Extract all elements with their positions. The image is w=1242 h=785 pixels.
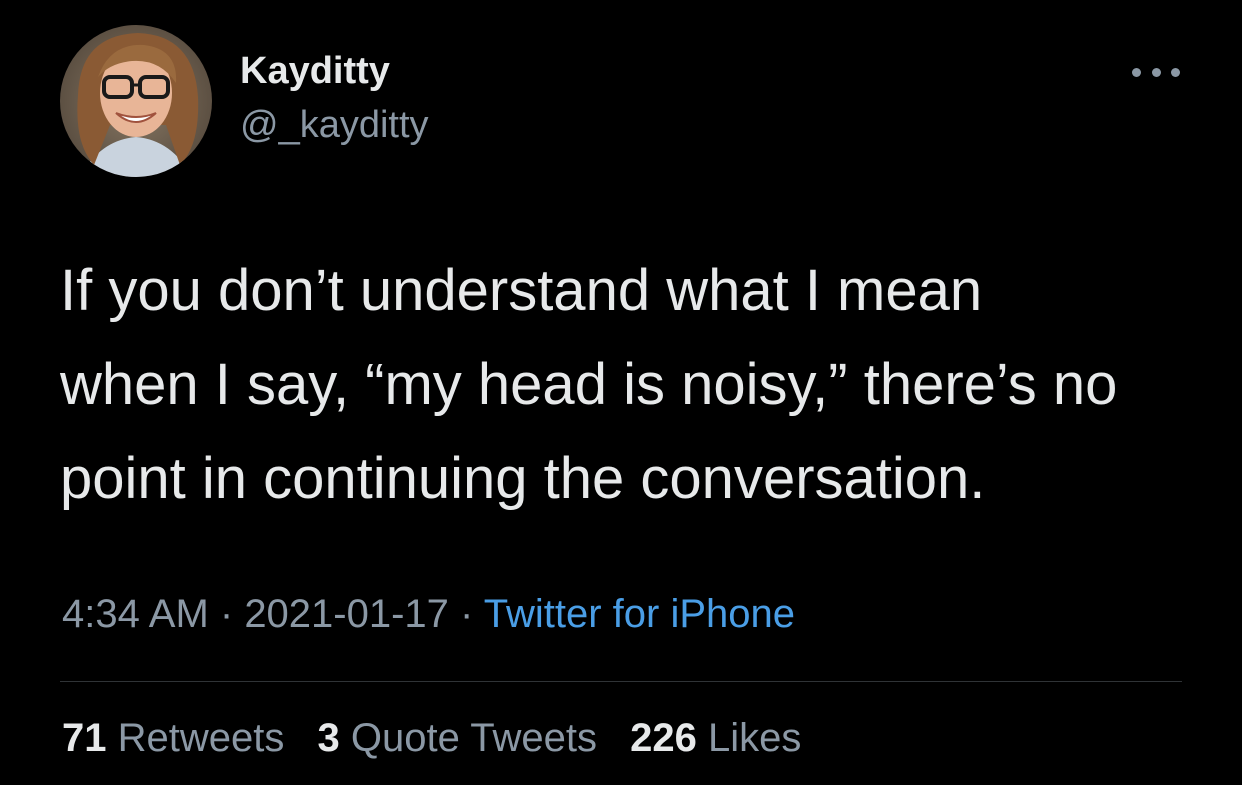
tweet-date[interactable]: 2021-01-17 bbox=[244, 592, 449, 636]
dot-icon bbox=[1171, 67, 1180, 77]
retweets-stat[interactable]: 71 Retweets bbox=[62, 716, 284, 760]
tweet-text-line: when I say, “my head is noisy,” there’s … bbox=[60, 352, 1118, 417]
more-options-icon[interactable] bbox=[1132, 60, 1180, 84]
tweet-text-line: If you don’t understand what I mean bbox=[60, 258, 983, 323]
likes-count: 226 bbox=[630, 716, 697, 760]
tweet-stats: 71 Retweets 3 Quote Tweets 226 Likes bbox=[62, 716, 823, 761]
tweet-text-line: point in continuing the conversation. bbox=[60, 446, 986, 511]
quote-tweets-count: 3 bbox=[317, 716, 340, 760]
dot-icon bbox=[1151, 67, 1161, 77]
quote-tweets-label: Quote Tweets bbox=[350, 716, 597, 760]
tweet-text: If you don’t understand what I mean when… bbox=[60, 244, 1210, 526]
dot-icon bbox=[1132, 67, 1141, 77]
avatar-image bbox=[60, 25, 212, 177]
quote-tweets-stat[interactable]: 3 Quote Tweets bbox=[318, 716, 597, 760]
tweet-detail: Kayditty @_kayditty If you don’t underst… bbox=[0, 0, 1242, 785]
avatar[interactable] bbox=[60, 25, 212, 177]
retweets-count: 71 bbox=[62, 716, 107, 760]
user-handle[interactable]: @_kayditty bbox=[240, 104, 429, 147]
display-name[interactable]: Kayditty bbox=[240, 50, 390, 93]
tweet-time[interactable]: 4:34 AM bbox=[62, 592, 209, 636]
retweets-label: Retweets bbox=[117, 716, 285, 760]
tweet-metadata: 4:34 AM · 2021-01-17 · Twitter for iPhon… bbox=[62, 592, 795, 637]
divider bbox=[60, 681, 1182, 682]
separator: · bbox=[208, 592, 245, 636]
separator: · bbox=[448, 592, 484, 636]
tweet-source-link[interactable]: Twitter for iPhone bbox=[484, 592, 795, 636]
likes-stat[interactable]: 226 Likes bbox=[630, 716, 801, 760]
likes-label: Likes bbox=[707, 716, 802, 760]
